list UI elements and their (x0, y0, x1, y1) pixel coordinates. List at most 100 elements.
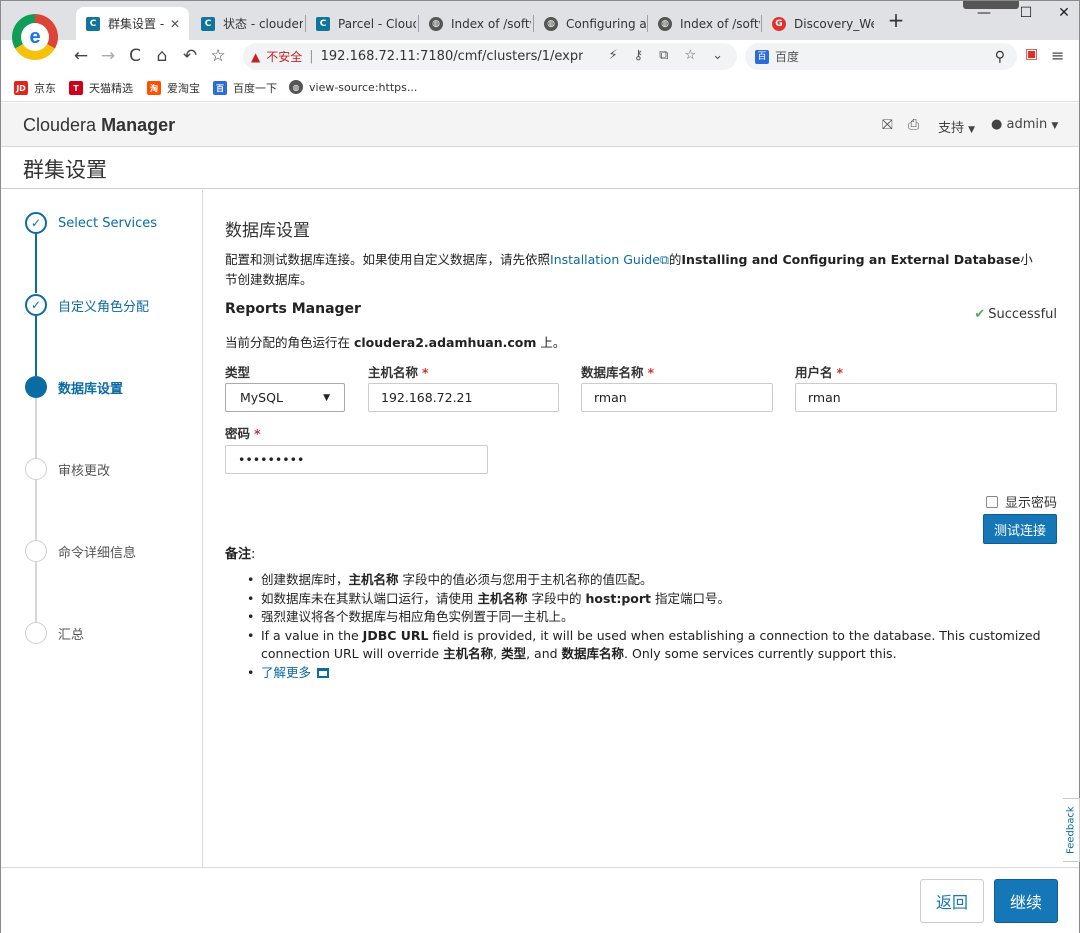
bookmark-baidu[interactable]: 百 百度一下 (213, 80, 277, 96)
bookmark-star-button[interactable]: ☆ (206, 44, 230, 68)
search-icon[interactable]: ⚲ (995, 49, 1005, 65)
parcel-gift-icon[interactable]: ⛝ (882, 117, 893, 133)
discovery-favicon-icon: G (772, 16, 786, 31)
password-input[interactable]: ••••••••• (225, 445, 488, 474)
address-bar[interactable]: ▲ 不安全 | 192.168.72.11:7180/cmf/clusters/… (243, 43, 737, 70)
continue-button[interactable]: 继续 (994, 879, 1058, 923)
tab-index-of-software[interactable]: ◍ Index of /softw (419, 7, 531, 40)
bookmark-label: 百度一下 (233, 82, 277, 95)
label-text: 数据库名称 (581, 365, 644, 380)
window-icon[interactable] (317, 667, 330, 678)
show-password-checkbox[interactable] (985, 495, 998, 508)
test-connection-button[interactable]: 测试连接 (983, 514, 1057, 544)
search-box[interactable]: 百 百度 ⚲ (745, 43, 1017, 70)
external-link-icon[interactable]: ⧉ (660, 252, 669, 267)
assigned-host: cloudera2.adamhuan.com (353, 335, 537, 350)
hostname-input[interactable]: 192.168.72.21 (368, 383, 559, 412)
learn-more-link[interactable]: 了解更多 (261, 665, 311, 680)
wizard-step-review-changes: 审核更改 (25, 457, 197, 481)
support-menu[interactable]: 支持 ▼ (938, 117, 975, 136)
back-step-button[interactable]: 返回 (920, 879, 984, 923)
cloudera-favicon-icon: C (201, 16, 215, 31)
step-connector (35, 398, 37, 460)
new-tab-button[interactable]: + (885, 9, 907, 31)
wizard-step-role-assignment[interactable]: ✓ 自定义角色分配 (25, 293, 197, 317)
browser-window: C 群集设置 - ✕ C 状态 - clouder C Parcel - Clo… (0, 0, 1080, 933)
desc-text: 配置和测试数据库连接。如果使用自定义数据库，请先依照 (225, 252, 551, 267)
brand-logo[interactable]: Cloudera Manager (23, 115, 175, 136)
installation-guide-link[interactable]: Installation Guide (550, 252, 660, 267)
required-marker: * (647, 365, 655, 380)
note-text: 字段中的值必须与您用于主机名称的值匹配。 (398, 572, 653, 587)
pending-step-icon (25, 458, 47, 480)
list-item: 如数据库未在其默认端口运行，请使用 主机名称 字段中的 host:port 指定… (247, 590, 1057, 609)
caret-down-icon: ▼ (968, 125, 976, 135)
maximize-button[interactable]: ☐ (1011, 5, 1041, 21)
wizard-step-database-setup[interactable]: 数据库设置 (25, 375, 197, 399)
list-item: 了解更多 (247, 664, 1057, 683)
undo-close-tab-button[interactable]: ↶ (178, 44, 202, 68)
note-text: 字段中的 (527, 590, 586, 606)
chevron-down-icon[interactable]: ⌄ (712, 48, 723, 63)
feedback-tab[interactable]: Feedback (1063, 798, 1080, 862)
tab-parcel[interactable]: C Parcel - Cloud (306, 7, 416, 40)
browser-logo-icon: e (12, 14, 58, 60)
pdf-extension-icon[interactable]: ▣ (1025, 46, 1038, 62)
globe-icon: ◍ (544, 16, 558, 31)
bookmark-label: 京东 (34, 82, 56, 95)
forward-button[interactable]: → (96, 44, 120, 68)
close-tab-icon[interactable]: ✕ (167, 17, 183, 31)
bookmark-label: 爱淘宝 (167, 82, 200, 95)
address-separator: | (309, 49, 314, 64)
label-text: 密码 (225, 426, 251, 441)
tab-index-of-software-2[interactable]: ◍ Index of /softw (648, 7, 760, 40)
show-password-toggle[interactable]: 显示密码 (985, 492, 1057, 511)
db-type-select[interactable]: MySQL ▼ (225, 383, 345, 412)
security-label[interactable]: 不安全 (266, 48, 302, 65)
bookmark-taobao[interactable]: 淘 爱淘宝 (147, 80, 200, 96)
home-button[interactable]: ⌂ (150, 44, 174, 68)
close-window-button[interactable]: ✕ (1049, 5, 1079, 21)
star-icon[interactable]: ☆ (684, 48, 696, 63)
tab-discovery[interactable]: G Discovery_We (762, 7, 874, 40)
bookmark-label: 天猫精选 (89, 82, 133, 95)
tab-label: Discovery_We (794, 16, 874, 31)
brand-bold: Manager (101, 115, 176, 135)
tab-label: Parcel - Cloud (338, 16, 416, 31)
translate-icon[interactable]: ⧉ (659, 48, 668, 63)
caret-down-icon: ▼ (1051, 121, 1059, 131)
tab-status[interactable]: C 状态 - clouder (191, 7, 303, 40)
url-text[interactable]: 192.168.72.11:7180/cmf/clusters/1/expre.… (321, 49, 583, 64)
note-text: , and (526, 646, 562, 661)
tab-configuring[interactable]: ◍ Configuring a (534, 7, 646, 40)
show-password-label: 显示密码 (1004, 496, 1057, 511)
assigned-prefix: 当前分配的角色运行在 (225, 335, 354, 350)
reload-button[interactable]: C (123, 44, 147, 68)
notes-title: 备注: (225, 543, 255, 562)
username-input[interactable]: rman (795, 383, 1057, 412)
tab-cluster-setup[interactable]: C 群集设置 - ✕ (76, 7, 189, 40)
dbname-input[interactable]: rman (581, 383, 773, 412)
step-connector (35, 480, 37, 542)
note-bold: 数据库名称 (561, 646, 625, 661)
bookmark-tmall[interactable]: T 天猫精选 (69, 80, 133, 96)
step-label: 数据库设置 (58, 381, 124, 397)
note-bold: 主机名称 (348, 572, 399, 587)
key-icon[interactable]: ⚷ (634, 48, 644, 63)
label-text: 主机名称 (368, 365, 419, 380)
running-commands-icon[interactable]: ⎙ (908, 117, 919, 133)
bookmark-view-source[interactable]: ◍ view-source:https... (289, 80, 417, 94)
check-icon: ✔ (974, 307, 986, 322)
wizard-step-select-services[interactable]: ✓ Select Services (25, 211, 197, 235)
required-marker: * (836, 365, 844, 380)
tab-strip: C 群集设置 - ✕ C 状态 - clouder C Parcel - Clo… (1, 1, 1079, 40)
reports-manager-title: Reports Manager (225, 301, 361, 317)
bookmark-jd[interactable]: JD 京东 (14, 80, 56, 96)
lightning-icon[interactable]: ⚡ (608, 48, 617, 63)
back-button[interactable]: ← (69, 44, 93, 68)
note-text: , (493, 646, 502, 661)
user-menu[interactable]: ● admin ▼ (991, 117, 1058, 132)
minimize-button[interactable]: — (969, 5, 999, 21)
menu-icon[interactable]: ≡ (1051, 46, 1064, 65)
page-title-bar: 群集设置 (1, 147, 1079, 189)
